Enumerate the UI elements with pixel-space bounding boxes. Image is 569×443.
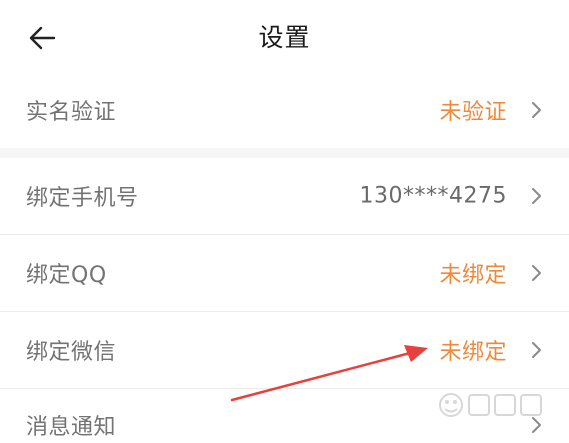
watermark-logo-icon [439, 393, 542, 417]
row-label: 实名验证 [26, 100, 117, 125]
row-status-value: 未绑定 [439, 340, 507, 365]
chevron-right-icon [532, 342, 541, 358]
row-status-value: 未绑定 [439, 263, 507, 288]
row-phone-value: 130****4275 [359, 183, 507, 209]
row-label: 消息通知 [26, 415, 117, 440]
chevron-right-icon [532, 265, 541, 281]
header-bar: 设置 [0, 0, 569, 72]
settings-page: 设置 实名验证 未验证 绑定手机号 130****4275 绑定QQ 未绑定 绑… [0, 0, 569, 443]
chevron-right-icon [532, 188, 541, 204]
page-title: 设置 [258, 23, 311, 52]
row-label: 绑定QQ [26, 263, 107, 288]
row-bind-qq[interactable]: 绑定QQ 未绑定 [0, 235, 569, 311]
row-status-value: 未验证 [439, 100, 507, 125]
row-bind-wechat[interactable]: 绑定微信 未绑定 [0, 312, 569, 388]
chevron-right-icon [532, 102, 541, 118]
section-gap [0, 148, 569, 158]
row-bind-phone[interactable]: 绑定手机号 130****4275 [0, 158, 569, 234]
row-real-name-verification[interactable]: 实名验证 未验证 [0, 72, 569, 148]
row-label: 绑定微信 [26, 340, 117, 365]
row-label: 绑定手机号 [26, 186, 139, 211]
